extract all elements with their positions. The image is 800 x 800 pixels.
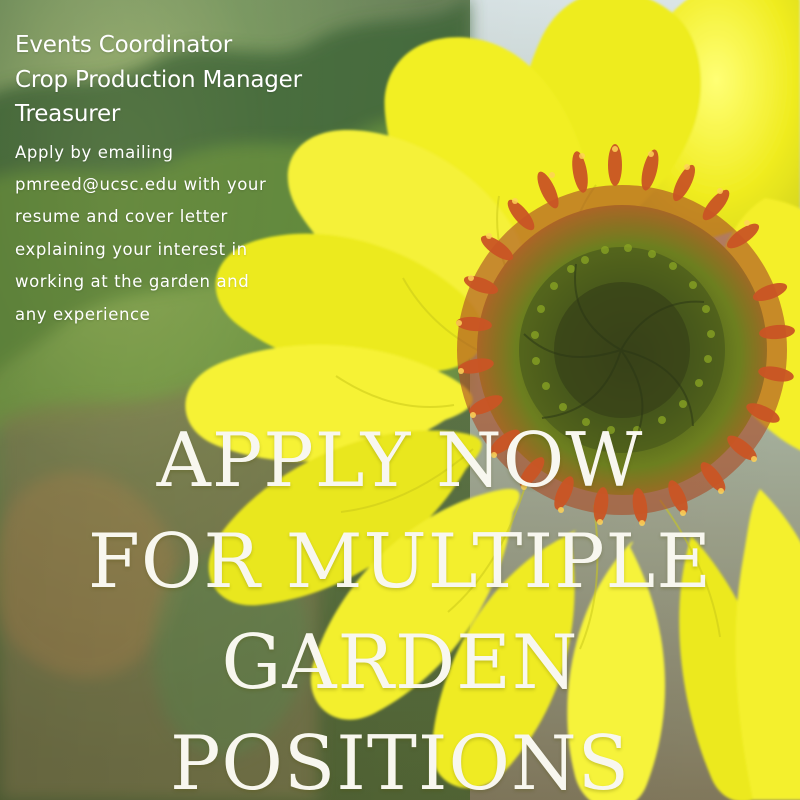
headline-apply-now: APPLY NOW [156, 416, 644, 504]
position-info-panel: Events Coordinator Crop Production Manag… [15, 28, 395, 331]
headline-garden: GARDEN [221, 618, 579, 706]
positions-list: Events Coordinator Crop Production Manag… [15, 28, 395, 132]
sunflower-job-poster: Events Coordinator Crop Production Manag… [0, 0, 800, 800]
position-treasurer: Treasurer [15, 101, 121, 127]
headline-for-multiple: FOR MULTIPLE [87, 517, 713, 605]
position-events-coordinator: Events Coordinator [15, 32, 233, 58]
application-instructions: Apply by emailing pmreed@ucsc.edu with y… [15, 142, 267, 324]
headline-positions: POSITIONS [169, 719, 631, 800]
apply-now-headline: APPLY NOW FOR MULTIPLE GARDEN POSITIONS [0, 410, 800, 800]
position-crop-production-manager: Crop Production Manager [15, 66, 302, 93]
